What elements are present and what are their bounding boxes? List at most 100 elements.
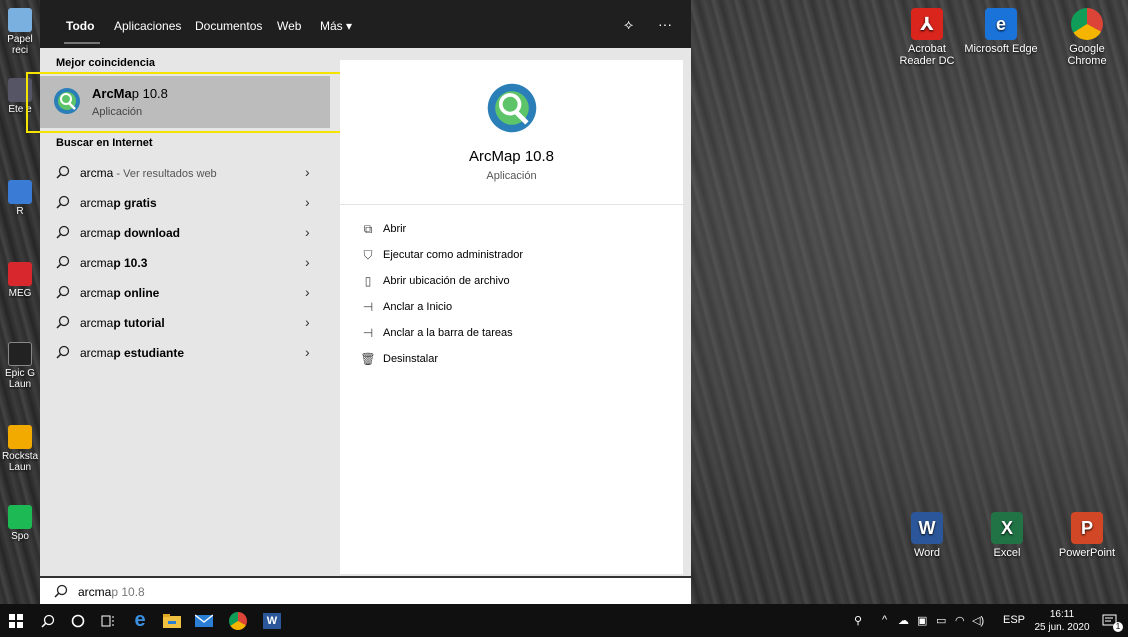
detail-action-pin[interactable]: ⊣ Anclar a Inicio	[340, 295, 683, 321]
tab-documentos[interactable]: Documentos	[195, 19, 262, 33]
detail-action-open[interactable]: ⧉ Abrir	[340, 217, 683, 243]
active-tab-indicator	[64, 42, 100, 44]
detail-action-file-location[interactable]: ▯ Abrir ubicación de archivo	[340, 269, 683, 295]
tab-todo[interactable]: Todo	[66, 19, 94, 33]
desktop-icon-label: Spo	[11, 531, 29, 542]
desktop-icon-label: Word	[913, 547, 941, 559]
detail-action-pin-taskbar[interactable]: ⊣ Anclar a la barra de tareas	[340, 321, 683, 347]
tab-web[interactable]: Web	[277, 19, 301, 33]
web-result-text: arcmap download	[80, 226, 180, 240]
detail-app-type: Aplicación	[486, 170, 537, 182]
excel-desktop-icon[interactable]: X Excel	[970, 512, 1044, 559]
taskbar: e W ⚲ ^ ☁ ▣ ▭ ◠ ◁) ESP 16:11 25 jun. 202…	[0, 604, 1128, 637]
chrome-taskbar-icon[interactable]	[222, 604, 254, 637]
web-result-row[interactable]: arcmap 10.3 ›	[40, 248, 330, 278]
search-icon	[56, 285, 70, 299]
pin-icon: ⊣	[362, 300, 374, 314]
detail-action-shield-run[interactable]: ⛉ Ejecutar como administrador	[340, 243, 683, 269]
detail-action-label: Abrir ubicación de archivo	[383, 275, 510, 287]
show-hidden-icons-chevron-icon[interactable]: ^	[882, 614, 887, 626]
recycle-bin-desktop-icon[interactable]: Papel reci	[0, 8, 40, 56]
detail-action-label: Anclar a la barra de tareas	[383, 327, 513, 339]
search-icon	[56, 345, 70, 359]
chevron-right-icon[interactable]: ›	[305, 224, 310, 240]
desktop-icon-label: Excel	[993, 547, 1021, 559]
trash-icon: 🗑	[360, 352, 376, 366]
word-taskbar-icon[interactable]: W	[256, 604, 288, 637]
arcmap-icon	[54, 88, 80, 114]
chevron-right-icon[interactable]: ›	[305, 164, 310, 180]
chevron-right-icon[interactable]: ›	[305, 314, 310, 330]
tab-mas[interactable]: Más ▾	[320, 19, 352, 33]
desktop-icon-partial[interactable]: Ete e	[0, 78, 40, 115]
task-view-icon[interactable]	[92, 604, 124, 637]
search-query-text: arcmap 10.8	[78, 585, 145, 599]
web-result-row[interactable]: arcma - Ver resultados web ›	[40, 158, 330, 188]
action-center-icon[interactable]: 1	[1094, 604, 1126, 637]
pin-taskbar-icon: ⊣	[362, 326, 374, 340]
web-result-row[interactable]: arcmap download ›	[40, 218, 330, 248]
mail-icon[interactable]	[188, 604, 220, 637]
desktop-icon-label: Papel reci	[7, 34, 33, 56]
battery-icon[interactable]: ▭	[936, 614, 946, 627]
system-clock[interactable]: 16:11 25 jun. 2020	[1034, 608, 1090, 634]
file-explorer-icon[interactable]	[156, 604, 188, 637]
windows-start-icon[interactable]	[0, 604, 32, 637]
epic-games-desktop-icon[interactable]: Epic G Laun	[0, 342, 40, 390]
desktop-icon-label: Epic G Laun	[4, 368, 35, 390]
edge-taskbar-icon[interactable]: e	[124, 604, 156, 637]
wifi-icon[interactable]: ◠	[955, 614, 965, 627]
detail-action-label: Anclar a Inicio	[383, 301, 453, 313]
spotify-desktop-icon[interactable]: Spo	[0, 505, 40, 542]
powerpoint-desktop-icon[interactable]: P PowerPoint	[1050, 512, 1124, 559]
chevron-right-icon[interactable]: ›	[305, 254, 310, 270]
chrome-icon	[1071, 8, 1103, 40]
web-result-row[interactable]: arcmap tutorial ›	[40, 308, 330, 338]
input-language[interactable]: ESP	[1003, 614, 1025, 626]
web-result-text: arcmap tutorial	[80, 316, 165, 330]
acrobat-reader-desktop-icon[interactable]: ⅄ Acrobat Reader DC	[890, 8, 964, 67]
edge-desktop-icon[interactable]: e Microsoft Edge	[964, 8, 1038, 55]
detail-app-name: ArcMap 10.8	[468, 148, 555, 165]
people-icon[interactable]: ⚲	[854, 614, 862, 627]
clock-date: 25 jun. 2020	[1034, 622, 1090, 633]
best-match-item[interactable]: ArcMap 10.8 Aplicación	[40, 76, 330, 128]
shield-run-icon: ⛉	[363, 248, 373, 262]
desktop-icon-label: Acrobat Reader DC	[899, 43, 955, 67]
detail-divider	[340, 204, 683, 205]
web-result-text: arcma - Ver resultados web	[80, 166, 217, 180]
chevron-right-icon[interactable]: ›	[305, 194, 310, 210]
best-match-name: ArcMap 10.8	[92, 86, 168, 101]
chevron-right-icon[interactable]: ›	[305, 284, 310, 300]
rockstar-desktop-icon[interactable]: Rocksta Laun	[0, 425, 40, 473]
open-icon: ⧉	[363, 222, 373, 236]
desktop-icon-partial[interactable]: R	[0, 180, 40, 217]
search-tab-bar: Todo Aplicaciones Documentos Web Más ▾ ⟡…	[40, 0, 691, 48]
cortana-icon[interactable]	[62, 604, 94, 637]
web-result-row[interactable]: arcmap online ›	[40, 278, 330, 308]
tab-aplicaciones[interactable]: Aplicaciones	[114, 19, 181, 33]
mega-desktop-icon[interactable]: MEG	[0, 262, 40, 299]
chevron-right-icon[interactable]: ›	[305, 344, 310, 360]
desktop-icon-label: Ete e	[8, 104, 32, 115]
web-result-row[interactable]: arcmap estudiante ›	[40, 338, 330, 368]
feedback-icon[interactable]: ⟡	[624, 16, 633, 33]
app-detail-pane: ArcMap 10.8 Aplicación ⧉ Abrir ⛉ Ejecutar c…	[340, 60, 683, 574]
web-search-header: Buscar en Internet	[56, 137, 153, 149]
tray-app-icon[interactable]: ▣	[917, 614, 927, 627]
edge-icon: e	[985, 8, 1017, 40]
best-match-header: Mejor coincidencia	[56, 57, 156, 69]
notification-badge: 1	[1113, 622, 1123, 632]
word-desktop-icon[interactable]: W Word	[890, 512, 964, 559]
detail-action-label: Abrir	[383, 223, 407, 235]
search-taskbar-icon[interactable]	[32, 604, 64, 637]
web-result-row[interactable]: arcmap gratis ›	[40, 188, 330, 218]
volume-icon[interactable]: ◁)	[972, 614, 984, 627]
more-options-icon[interactable]: ···	[658, 16, 672, 32]
onedrive-icon[interactable]: ☁	[898, 614, 909, 627]
powerpoint-icon: P	[1071, 512, 1103, 544]
search-icon	[56, 195, 70, 209]
chrome-desktop-icon[interactable]: Google Chrome	[1050, 8, 1124, 67]
detail-action-trash[interactable]: 🗑 Desinstalar	[340, 347, 683, 373]
search-input[interactable]: arcmap 10.8	[40, 576, 691, 604]
